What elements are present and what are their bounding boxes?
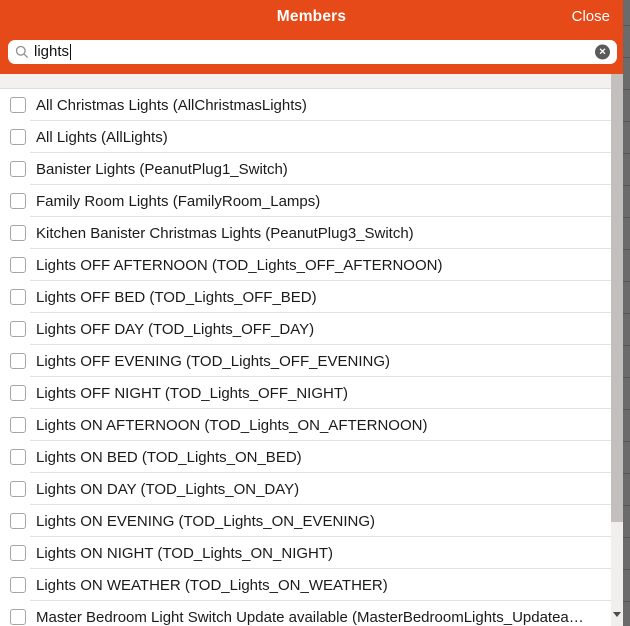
list-item[interactable]: Banister Lights (PeanutPlug1_Switch) (0, 153, 612, 185)
member-checkbox[interactable] (10, 193, 26, 209)
scrollbar-down-icon[interactable] (611, 608, 623, 620)
scrollbar-thumb[interactable] (611, 74, 623, 522)
list-item[interactable]: Lights ON BED (TOD_Lights_ON_BED) (0, 441, 612, 473)
list-item[interactable]: Lights ON EVENING (TOD_Lights_ON_EVENING… (0, 505, 612, 537)
page-title: Members (0, 6, 623, 27)
member-checkbox[interactable] (10, 449, 26, 465)
member-label: Kitchen Banister Christmas Lights (Peanu… (36, 225, 418, 242)
list-item[interactable]: Lights OFF NIGHT (TOD_Lights_OFF_NIGHT) (0, 377, 612, 409)
member-label: Lights ON BED (TOD_Lights_ON_BED) (36, 449, 306, 466)
list-item[interactable]: Lights OFF EVENING (TOD_Lights_OFF_EVENI… (0, 345, 612, 377)
member-checkbox[interactable] (10, 577, 26, 593)
text-cursor (70, 44, 71, 60)
member-checkbox[interactable] (10, 97, 26, 113)
list-item[interactable]: Lights ON DAY (TOD_Lights_ON_DAY) (0, 473, 612, 505)
member-checkbox[interactable] (10, 417, 26, 433)
member-checkbox[interactable] (10, 385, 26, 401)
member-label: Lights OFF DAY (TOD_Lights_OFF_DAY) (36, 321, 318, 338)
list-item[interactable]: Kitchen Banister Christmas Lights (Peanu… (0, 217, 612, 249)
list-item[interactable]: Lights OFF DAY (TOD_Lights_OFF_DAY) (0, 313, 612, 345)
screen: Members Close lights ✕ All Christmas Lig… (0, 0, 630, 626)
member-checkbox[interactable] (10, 353, 26, 369)
member-label: Lights ON EVENING (TOD_Lights_ON_EVENING… (36, 513, 379, 530)
search-input[interactable]: lights ✕ (8, 40, 617, 64)
list-item[interactable]: All Christmas Lights (AllChristmasLights… (0, 89, 612, 121)
member-label: Lights ON DAY (TOD_Lights_ON_DAY) (36, 481, 303, 498)
search-value: lights (34, 40, 69, 64)
list-item[interactable]: Lights ON NIGHT (TOD_Lights_ON_NIGHT) (0, 537, 612, 569)
list-item[interactable]: Lights ON WEATHER (TOD_Lights_ON_WEATHER… (0, 569, 612, 601)
list-item[interactable]: Lights ON AFTERNOON (TOD_Lights_ON_AFTER… (0, 409, 612, 441)
dialog-header: Members Close lights ✕ (0, 0, 623, 74)
members-dialog: Members Close lights ✕ All Christmas Lig… (0, 0, 623, 626)
close-button[interactable]: Close (572, 6, 610, 27)
member-checkbox[interactable] (10, 257, 26, 273)
member-label: Lights OFF AFTERNOON (TOD_Lights_OFF_AFT… (36, 257, 446, 274)
list-item[interactable]: Family Room Lights (FamilyRoom_Lamps) (0, 185, 612, 217)
member-checkbox[interactable] (10, 321, 26, 337)
member-checkbox[interactable] (10, 289, 26, 305)
clear-search-icon[interactable]: ✕ (595, 45, 610, 60)
member-checkbox[interactable] (10, 225, 26, 241)
list-item[interactable]: Lights OFF AFTERNOON (TOD_Lights_OFF_AFT… (0, 249, 612, 281)
member-label: Lights OFF NIGHT (TOD_Lights_OFF_NIGHT) (36, 385, 352, 402)
member-label: Lights OFF BED (TOD_Lights_OFF_BED) (36, 289, 321, 306)
member-label: Family Room Lights (FamilyRoom_Lamps) (36, 193, 324, 210)
members-list: All Christmas Lights (AllChristmasLights… (0, 89, 612, 626)
search-icon (15, 45, 29, 59)
dimmed-page-backdrop (623, 0, 630, 626)
member-label: Lights ON WEATHER (TOD_Lights_ON_WEATHER… (36, 577, 392, 594)
list-item[interactable]: Master Bedroom Light Switch Update avail… (0, 601, 612, 626)
list-item[interactable]: Lights OFF BED (TOD_Lights_OFF_BED) (0, 281, 612, 313)
member-checkbox[interactable] (10, 481, 26, 497)
member-checkbox[interactable] (10, 545, 26, 561)
scrollbar-track[interactable] (611, 74, 623, 626)
member-checkbox[interactable] (10, 129, 26, 145)
member-label: Banister Lights (PeanutPlug1_Switch) (36, 161, 292, 178)
member-label: Lights ON NIGHT (TOD_Lights_ON_NIGHT) (36, 545, 337, 562)
member-label: All Christmas Lights (AllChristmasLights… (36, 97, 311, 114)
header-gap (0, 74, 623, 89)
member-checkbox[interactable] (10, 161, 26, 177)
member-label: All Lights (AllLights) (36, 129, 172, 146)
list-item[interactable]: All Lights (AllLights) (0, 121, 612, 153)
member-checkbox[interactable] (10, 513, 26, 529)
member-checkbox[interactable] (10, 609, 26, 625)
member-label: Lights ON AFTERNOON (TOD_Lights_ON_AFTER… (36, 417, 431, 434)
member-label: Master Bedroom Light Switch Update avail… (36, 609, 592, 626)
member-label: Lights OFF EVENING (TOD_Lights_OFF_EVENI… (36, 353, 394, 370)
